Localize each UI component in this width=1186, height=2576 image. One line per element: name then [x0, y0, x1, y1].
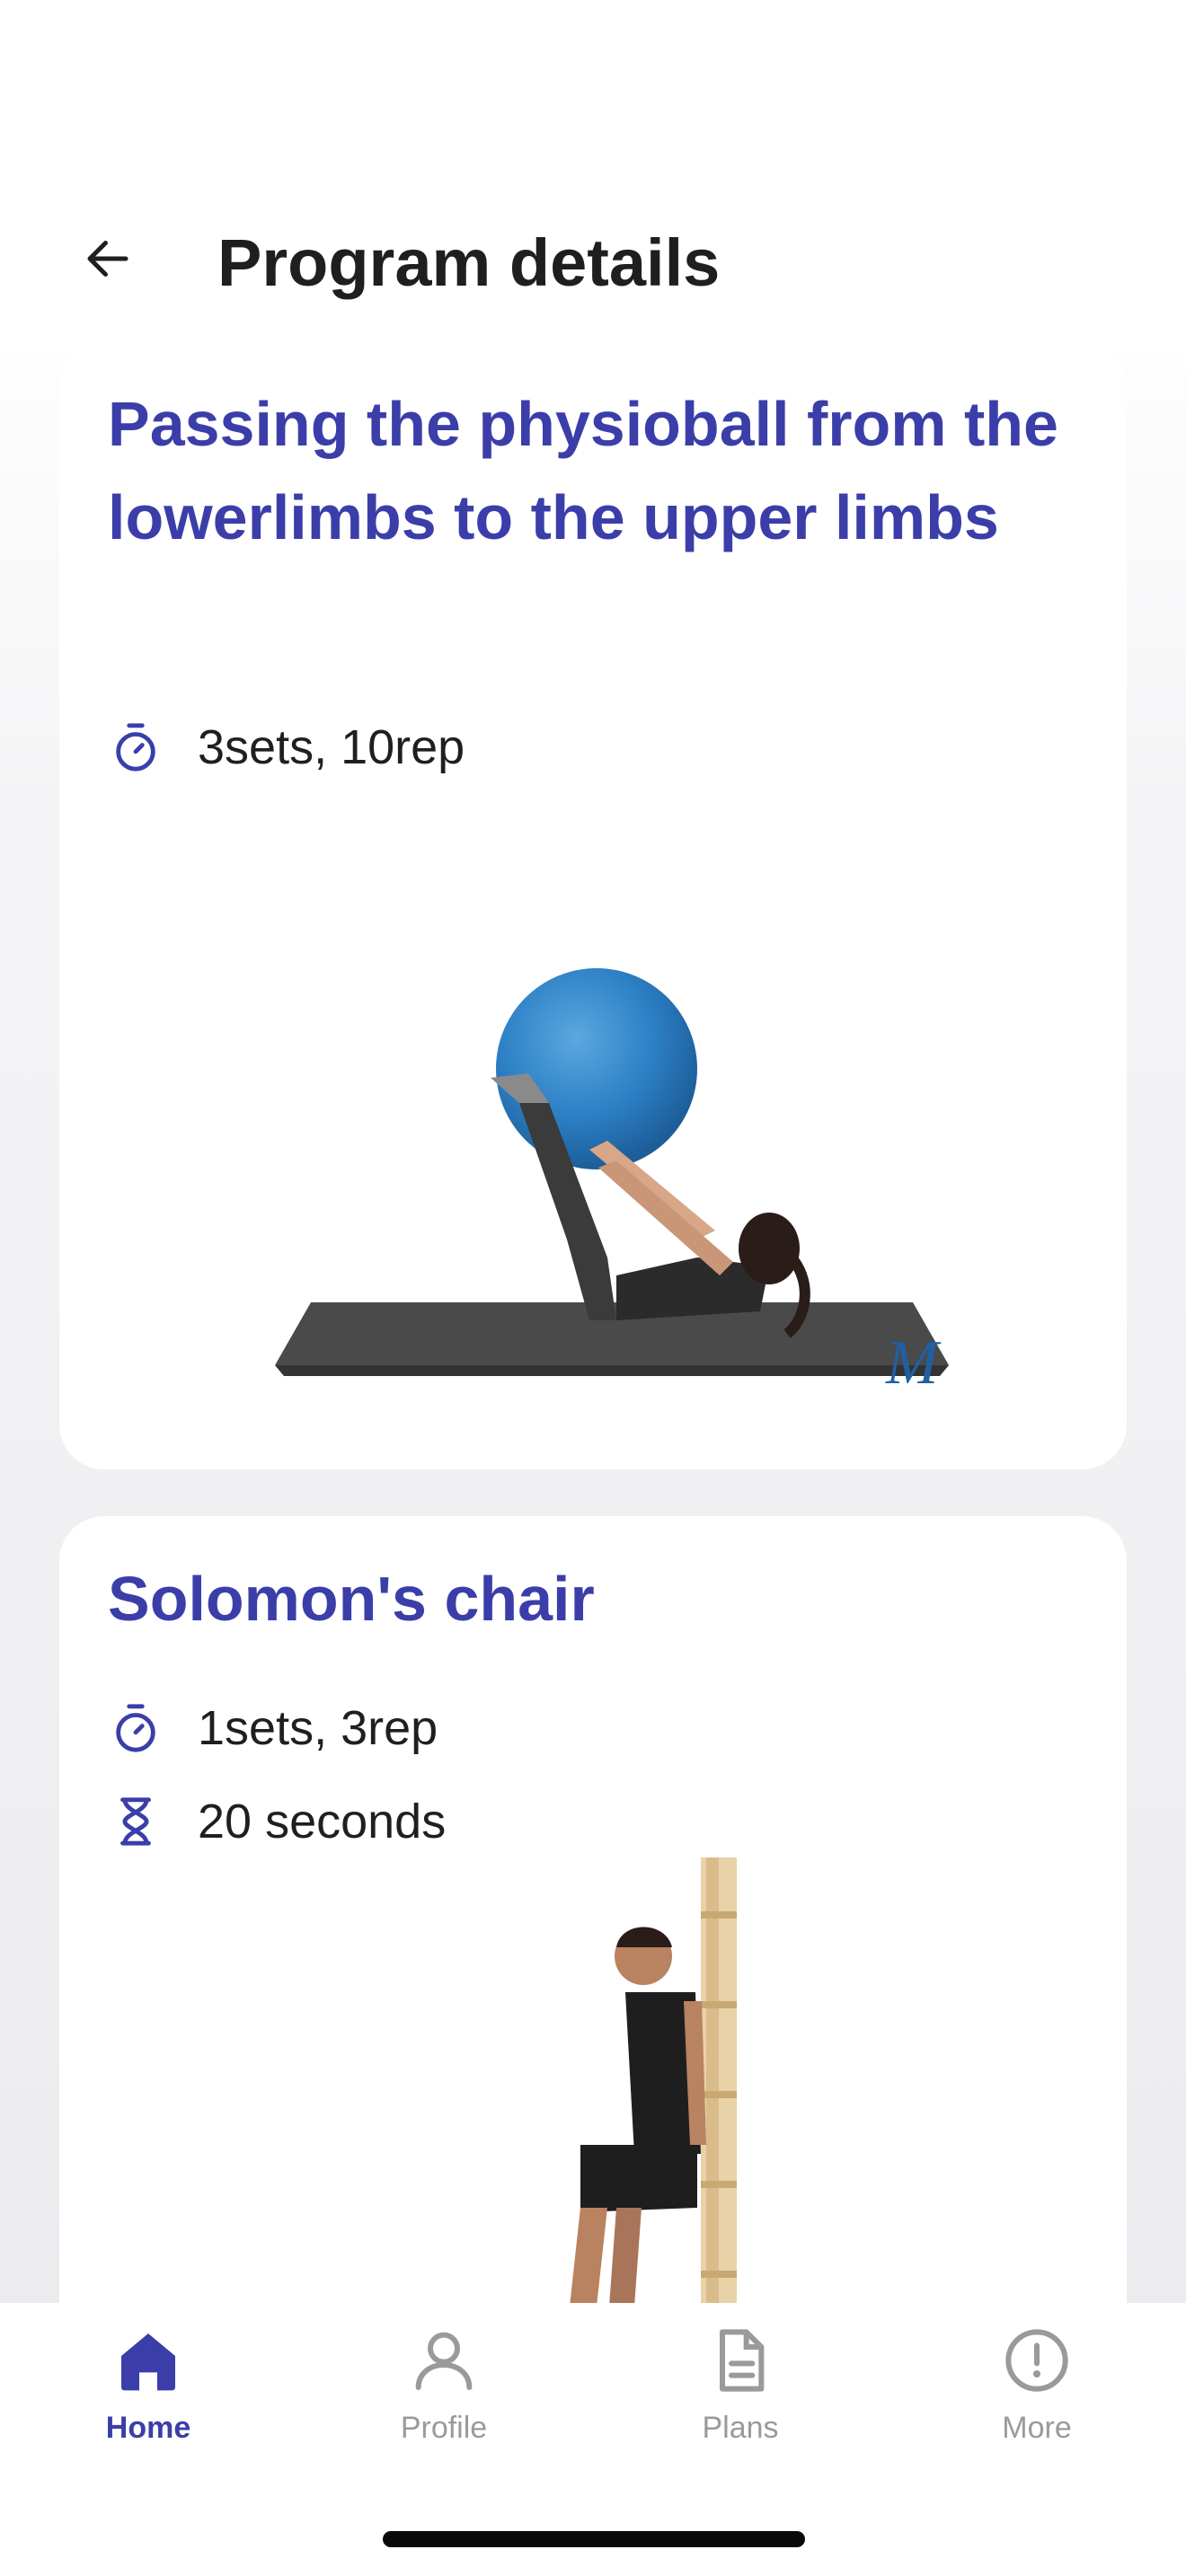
nav-label: Profile: [400, 2411, 488, 2445]
duration-text: 20 seconds: [198, 1795, 447, 1848]
home-icon: [121, 2333, 175, 2391]
nav-item-plans[interactable]: Plans: [633, 2325, 848, 2459]
sets-reps-text: 1sets, 3rep: [198, 1701, 438, 1755]
stopwatch-icon: [108, 719, 164, 775]
person-icon: [415, 2332, 473, 2390]
nav-label: Home: [105, 2411, 191, 2445]
stopwatch-icon: [108, 1700, 164, 1756]
duration-row: 20 seconds: [108, 1786, 446, 1857]
page-title: Program details: [217, 225, 721, 300]
nav-label: More: [1002, 2411, 1072, 2445]
home-indicator: [383, 2531, 805, 2547]
app-header: Program details: [0, 0, 1186, 350]
exercise-title: Solomon's chair: [108, 1564, 595, 1634]
nav-label: Plans: [702, 2411, 779, 2445]
arrow-left-icon: [87, 241, 128, 277]
exercise-illustration: [570, 1857, 737, 2307]
nav-item-more[interactable]: More: [929, 2325, 1145, 2459]
nav-item-home[interactable]: Home: [40, 2325, 256, 2459]
nav-item-profile[interactable]: Profile: [336, 2325, 552, 2459]
exercise-card[interactable]: Solomon's chair 1sets, 3rep 20 seconds: [59, 1516, 1127, 2414]
exercise-illustration: M: [275, 968, 949, 1398]
exercise-card[interactable]: Passing the physioball from the lowerlim…: [59, 341, 1127, 1469]
sets-reps-row: 3sets, 10rep: [108, 711, 465, 783]
exercise-title: Passing the physioball from the lowerlim…: [108, 389, 1058, 552]
svg-text:M: M: [885, 1328, 942, 1398]
document-icon: [720, 2329, 765, 2392]
sets-reps-text: 3sets, 10rep: [198, 720, 465, 774]
hourglass-icon: [108, 1794, 164, 1849]
sets-reps-row: 1sets, 3rep: [108, 1692, 438, 1764]
more-icon: [1005, 2329, 1068, 2392]
back-button[interactable]: [72, 223, 144, 295]
